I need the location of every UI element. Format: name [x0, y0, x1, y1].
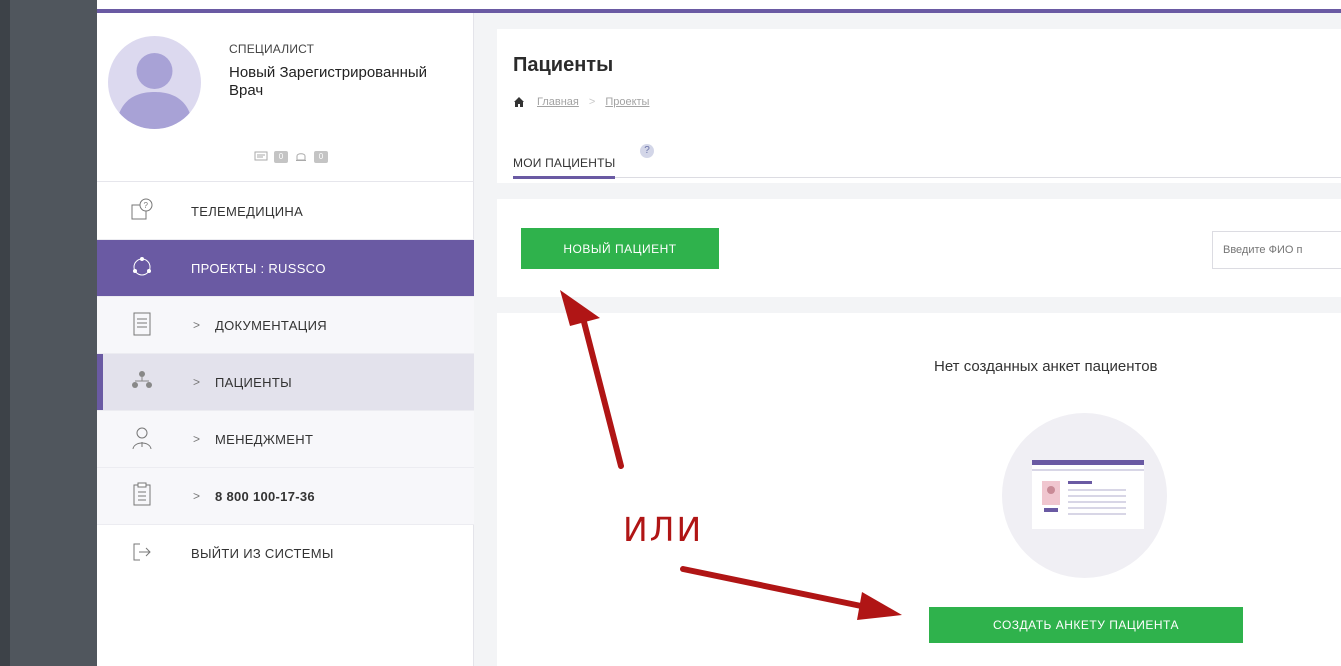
breadcrumb-projects-link[interactable]: Проекты — [605, 96, 649, 108]
sidebar-item-management[interactable]: > МЕНЕДЖМЕНТ — [97, 411, 474, 468]
sidebar-menu: ? ТЕЛЕМЕДИЦИНА ПРОЕКТЫ : RUSSCO > ДОКУМЕ… — [97, 183, 474, 582]
sidebar-item-projects[interactable]: ПРОЕКТЫ : RUSSCO — [97, 240, 474, 297]
sidebar: СПЕЦИАЛИСТ Новый Зарегистрированный Врач… — [97, 13, 474, 666]
help-icon[interactable]: ? — [640, 144, 654, 158]
sidebar-item-documentation[interactable]: > ДОКУМЕНТАЦИЯ — [97, 297, 474, 354]
sidebar-item-label: ВЫЙТИ ИЗ СИСТЕМЫ — [191, 546, 334, 561]
document-icon — [133, 312, 151, 336]
avatar[interactable] — [108, 36, 201, 129]
tab-bar: МОИ ПАЦИЕНТЫ ? — [513, 142, 1341, 179]
patients-icon — [132, 371, 152, 388]
home-icon[interactable] — [513, 96, 525, 108]
action-card: НОВЫЙ ПАЦИЕНТ — [497, 199, 1341, 297]
create-questionnaire-button[interactable]: СОЗДАТЬ АНКЕТУ ПАЦИЕНТА — [929, 607, 1243, 643]
questionnaire-illustration-icon — [1032, 460, 1144, 529]
header-card: Пациенты Главная > Проекты МОИ ПАЦИЕНТЫ … — [497, 29, 1341, 183]
page-title: Пациенты — [513, 54, 614, 76]
breadcrumb-separator-icon: > — [588, 96, 596, 108]
sidebar-item-label: 8 800 100-17-36 — [215, 488, 315, 504]
bell-icon[interactable] — [294, 151, 308, 163]
sidebar-item-telemedicine[interactable]: ? ТЕЛЕМЕДИЦИНА — [97, 183, 474, 240]
tab-my-patients[interactable]: МОИ ПАЦИЕНТЫ — [513, 156, 616, 179]
messages-count-badge: 0 — [274, 151, 288, 163]
user-silhouette-icon — [116, 53, 193, 129]
logout-icon — [133, 543, 151, 561]
telemedicine-icon: ? — [131, 198, 153, 220]
notifications-count-badge: 0 — [314, 151, 328, 163]
user-name: Новый Зарегистрированный Врач — [229, 64, 428, 99]
chevron-right-icon: > — [193, 375, 201, 389]
sidebar-item-patients[interactable]: > ПАЦИЕНТЫ — [97, 354, 474, 411]
empty-state-card: Нет созданных анкет пациентов СОЗДАТЬ АН… — [497, 313, 1341, 666]
svg-text:?: ? — [144, 201, 149, 210]
rail-shadow — [0, 0, 10, 666]
checklist-icon — [133, 482, 151, 506]
sidebar-item-label: ДОКУМЕНТАЦИЯ — [215, 317, 327, 333]
sidebar-item-logout[interactable]: ВЫЙТИ ИЗ СИСТЕМЫ — [97, 525, 474, 582]
projects-icon — [133, 257, 151, 276]
empty-state-illustration — [1002, 413, 1167, 578]
empty-state-message: Нет созданных анкет пациентов — [934, 358, 1158, 375]
sidebar-item-label: ПАЦИЕНТЫ — [215, 374, 292, 390]
annotation-or-label: ИЛИ — [623, 510, 704, 549]
user-role: СПЕЦИАЛИСТ — [229, 42, 315, 56]
chevron-right-icon: > — [193, 432, 201, 446]
profile-panel: СПЕЦИАЛИСТ Новый Зарегистрированный Врач… — [97, 13, 474, 182]
sidebar-item-label: ТЕЛЕМЕДИЦИНА — [191, 203, 304, 219]
chevron-right-icon: > — [193, 489, 201, 503]
left-rail — [0, 0, 97, 666]
breadcrumb-home-link[interactable]: Главная — [537, 96, 579, 108]
message-icon[interactable] — [254, 151, 268, 163]
new-patient-button[interactable]: НОВЫЙ ПАЦИЕНТ — [521, 228, 719, 269]
chevron-right-icon: > — [193, 318, 201, 332]
search-input[interactable] — [1212, 231, 1341, 269]
status-icons: 0 0 — [254, 151, 328, 163]
sidebar-item-label: ПРОЕКТЫ : RUSSCO — [191, 260, 326, 276]
sidebar-item-phone[interactable]: > 8 800 100-17-36 — [97, 468, 474, 525]
sidebar-item-label: МЕНЕДЖМЕНТ — [215, 431, 314, 447]
main-content: Пациенты Главная > Проекты МОИ ПАЦИЕНТЫ … — [474, 13, 1341, 666]
doctor-icon — [132, 427, 152, 450]
breadcrumb: Главная > Проекты — [513, 96, 649, 108]
